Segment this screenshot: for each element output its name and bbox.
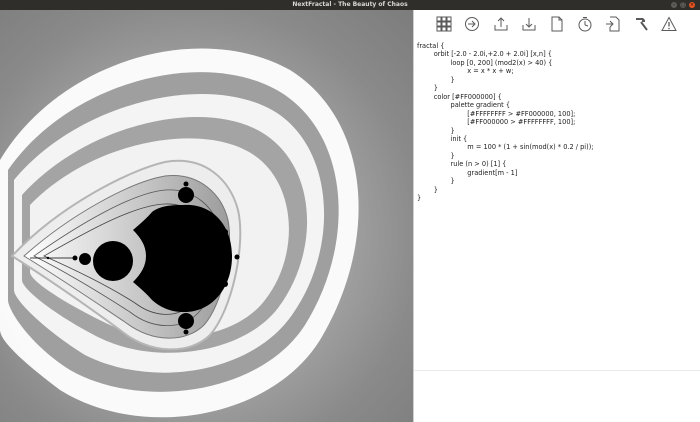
code-line: } bbox=[417, 177, 455, 186]
warning-icon bbox=[661, 16, 677, 31]
tiles-button[interactable] bbox=[434, 14, 454, 34]
code-line: } bbox=[417, 194, 422, 203]
open-button[interactable] bbox=[603, 14, 623, 34]
hammer-icon bbox=[636, 18, 648, 31]
error-console[interactable] bbox=[414, 371, 700, 422]
code-line: [#FFFFFFFF > #FF000000, 100]; bbox=[417, 109, 576, 118]
window-title: NextFractal - The Beauty of Chaos bbox=[292, 1, 408, 8]
window-minimize-button[interactable]: – bbox=[671, 2, 677, 8]
toolbar bbox=[414, 10, 700, 38]
build-button[interactable] bbox=[631, 14, 651, 34]
grid-icon bbox=[436, 16, 452, 32]
code-line: } bbox=[417, 126, 455, 135]
code-line: } bbox=[417, 75, 455, 84]
editor-text: fractal { orbit [-2.0 - 2.0i,+2.0 + 2.0i… bbox=[417, 42, 593, 203]
history-button[interactable] bbox=[575, 14, 595, 34]
export-button[interactable] bbox=[491, 14, 511, 34]
browse-button[interactable] bbox=[462, 14, 482, 34]
history-icon bbox=[578, 17, 592, 32]
export-icon bbox=[494, 17, 508, 31]
code-line: orbit [-2.0 - 2.0i,+2.0 + 2.0i] [x,n] { bbox=[417, 50, 552, 59]
side-panel: fractal { orbit [-2.0 - 2.0i,+2.0 + 2.0i… bbox=[414, 10, 700, 422]
code-editor[interactable]: fractal { orbit [-2.0 - 2.0i,+2.0 + 2.0i… bbox=[414, 38, 700, 370]
errors-button[interactable] bbox=[659, 14, 679, 34]
window-titlebar: NextFractal - The Beauty of Chaos – □ × bbox=[0, 0, 700, 10]
code-line: gradient[m - 1] bbox=[417, 168, 518, 177]
fractal-canvas[interactable] bbox=[0, 10, 413, 422]
code-line: fractal { bbox=[417, 42, 445, 50]
code-line: init { bbox=[417, 134, 468, 143]
save-file-icon bbox=[551, 16, 563, 32]
code-line: } bbox=[417, 84, 438, 93]
code-line: palette gradient { bbox=[417, 101, 511, 110]
import-button[interactable] bbox=[519, 14, 539, 34]
import-icon bbox=[522, 18, 536, 31]
code-line: } bbox=[417, 185, 438, 194]
window-close-button[interactable]: × bbox=[689, 2, 695, 8]
code-line: loop [0, 200] (mod2(x) > 40) { bbox=[417, 58, 553, 67]
open-file-icon bbox=[606, 16, 620, 32]
code-line: [#FF000000 > #FFFFFFFF, 100]; bbox=[417, 118, 576, 127]
browse-icon bbox=[465, 17, 479, 31]
code-line: x = x * x + w; bbox=[417, 67, 514, 76]
window-maximize-button[interactable]: □ bbox=[680, 2, 686, 8]
code-line: } bbox=[417, 151, 455, 160]
save-button[interactable] bbox=[547, 14, 567, 34]
code-line: rule (n > 0) [1] { bbox=[417, 160, 507, 169]
code-line: m = 100 * (1 + sin(mod(x) * 0.2 / pi)); bbox=[417, 143, 594, 152]
code-line: color [#FF000000] { bbox=[417, 92, 502, 101]
fractal-image bbox=[0, 10, 413, 422]
